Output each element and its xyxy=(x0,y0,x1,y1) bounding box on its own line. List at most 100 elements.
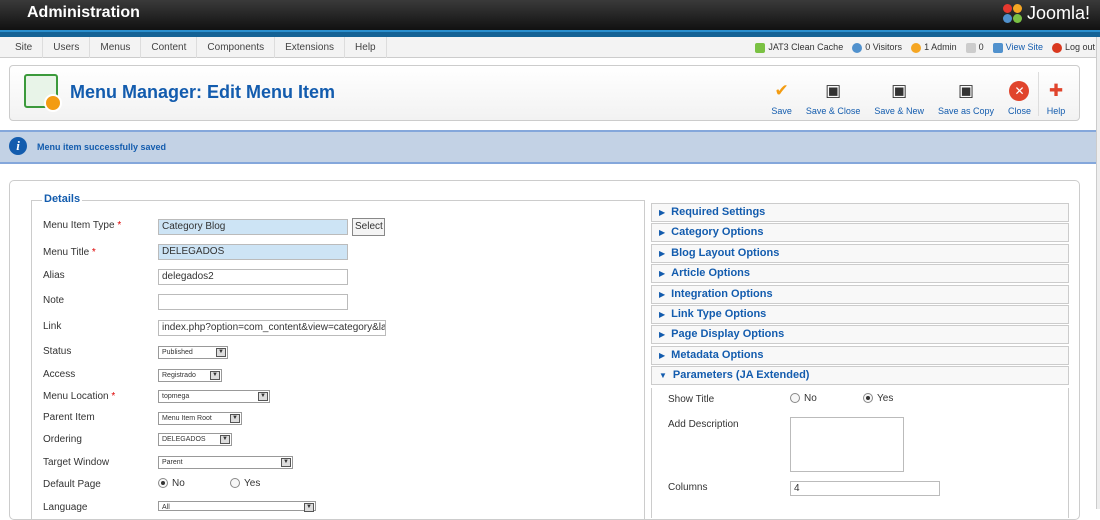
clean-cache-link[interactable]: JAT3 Clean Cache xyxy=(755,42,843,53)
menu-title-label: Menu Title * xyxy=(43,247,96,258)
triangle-right-icon: ▶ xyxy=(659,248,666,258)
chevron-down-icon: ▼ xyxy=(304,503,314,512)
chevron-down-icon: ▼ xyxy=(220,435,230,444)
panel-parameters-ja-extended[interactable]: ▼ Parameters (JA Extended) xyxy=(651,366,1069,386)
triangle-down-icon: ▼ xyxy=(659,371,667,381)
nav-item-users[interactable]: Users xyxy=(43,37,91,58)
joomla-logo-text: Joomla! xyxy=(1026,3,1090,23)
close-icon: ✕ xyxy=(1009,81,1030,101)
chevron-down-icon: ▼ xyxy=(258,392,268,401)
alias-label: Alias xyxy=(43,270,65,281)
page-scrollbar[interactable] xyxy=(1096,37,1100,509)
joomla-logo[interactable]: Joomla! xyxy=(1002,3,1090,24)
nav-item-help[interactable]: Help xyxy=(345,37,387,58)
triangle-right-icon: ▶ xyxy=(659,350,666,360)
toolbar: Menu Manager: Edit Menu Item ✔ Save ▣ Save… xyxy=(9,65,1080,121)
chevron-down-icon: ▼ xyxy=(230,414,240,423)
admins-count: 1 Admin xyxy=(911,42,957,53)
columns-label: Columns xyxy=(668,482,708,493)
triangle-right-icon: ▶ xyxy=(659,309,666,319)
nav-item-site[interactable]: Site xyxy=(5,37,44,58)
menu-location-label: Menu Location * xyxy=(43,391,116,402)
radio-yes[interactable] xyxy=(863,393,873,404)
note-field[interactable] xyxy=(158,294,348,310)
close-button[interactable]: ✕ Close xyxy=(1001,72,1038,116)
parent-item-label: Parent Item xyxy=(43,412,95,423)
menu-manager-icon xyxy=(24,74,62,112)
add-description-textarea[interactable] xyxy=(790,417,904,472)
default-page-label: Default Page xyxy=(43,479,101,490)
link-field[interactable]: index.php?option=com_content&view=catego… xyxy=(158,320,386,336)
save-copy-button[interactable]: ▣ Save as Copy xyxy=(931,72,1001,116)
panel-category-options[interactable]: ▶ Category Options xyxy=(651,223,1069,243)
users-icon xyxy=(852,42,863,53)
parameters-panel-body: Show Title No Yes Add Description Column… xyxy=(651,388,1069,518)
save-button[interactable]: ✔ Save xyxy=(764,72,799,116)
menu-item-type-field[interactable]: Category Blog xyxy=(158,219,348,235)
menu-title-field[interactable]: DELEGADOS xyxy=(158,244,348,260)
messages-link[interactable]: 0 xyxy=(965,42,984,53)
panel-metadata-options[interactable]: ▶ Metadata Options xyxy=(651,345,1069,365)
panel-integration-options[interactable]: ▶ Integration Options xyxy=(651,284,1069,304)
default-page-no-option[interactable]: No xyxy=(158,478,185,489)
show-title-yes-option[interactable]: Yes xyxy=(863,393,893,404)
chevron-down-icon: ▼ xyxy=(281,458,291,467)
triangle-right-icon: ▶ xyxy=(659,330,666,340)
panel-page-display-options[interactable]: ▶ Page Display Options xyxy=(651,325,1069,345)
save-close-button[interactable]: ▣ Save & Close xyxy=(799,72,868,116)
target-window-select[interactable]: Parent ▼ xyxy=(158,456,293,469)
status-bar: JAT3 Clean Cache 0 Visitors 1 Admin 0 Vi… xyxy=(755,37,1095,58)
view-site-link[interactable]: View Site xyxy=(992,42,1043,53)
show-title-label: Show Title xyxy=(668,394,715,405)
nav-item-content[interactable]: Content xyxy=(141,37,198,58)
alias-field[interactable]: delegados2 xyxy=(158,269,348,285)
nav-item-extensions[interactable]: Extensions xyxy=(275,37,346,58)
panel-link-type-options[interactable]: ▶ Link Type Options xyxy=(651,304,1069,324)
panel-article-options[interactable]: ▶ Article Options xyxy=(651,264,1069,284)
monitor-icon xyxy=(992,42,1003,53)
link-label: Link xyxy=(43,321,62,332)
help-button[interactable]: ✚ Help xyxy=(1038,72,1073,116)
triangle-right-icon: ▶ xyxy=(659,289,666,299)
show-title-no-option[interactable]: No xyxy=(790,393,817,404)
ordering-select[interactable]: DELEGADOS ▼ xyxy=(158,433,232,446)
panel-required-settings[interactable]: ▶ Required Settings xyxy=(651,203,1069,222)
access-select[interactable]: Registrado ▼ xyxy=(158,369,222,382)
ordering-label: Ordering xyxy=(43,434,82,445)
joomla-logo-icon xyxy=(1002,3,1023,24)
chevron-down-icon: ▼ xyxy=(210,371,220,380)
add-description-label: Add Description xyxy=(668,419,739,430)
info-icon: i xyxy=(9,137,27,155)
target-window-label: Target Window xyxy=(43,457,110,468)
parent-item-select[interactable]: Menu Item Root ▼ xyxy=(158,412,242,425)
radio-no[interactable] xyxy=(790,393,800,404)
columns-input[interactable]: 4 xyxy=(790,481,940,496)
lifebuoy-icon: ✚ xyxy=(1048,81,1064,100)
main-nav: Site Users Menus Content Components Exte… xyxy=(5,37,387,58)
checkmark-icon: ✔ xyxy=(774,81,789,100)
logout-link[interactable]: Log out xyxy=(1051,42,1095,53)
chevron-down-icon: ▼ xyxy=(216,348,226,357)
triangle-right-icon: ▶ xyxy=(659,208,666,217)
system-message: i Menu item successfully saved xyxy=(0,130,1100,164)
default-page-yes-option[interactable]: Yes xyxy=(230,478,260,489)
logout-icon xyxy=(1051,42,1062,53)
triangle-right-icon: ▶ xyxy=(659,228,666,238)
radio-no[interactable] xyxy=(158,478,168,489)
main-menu-bar: Site Users Menus Content Components Exte… xyxy=(0,37,1100,58)
language-select[interactable]: All ▼ xyxy=(158,501,316,512)
menu-location-select[interactable]: topmega ▼ xyxy=(158,390,270,403)
floppy-plus-icon: ▣ xyxy=(891,81,908,100)
admin-header: Administration Joomla! xyxy=(0,0,1100,30)
nav-item-menus[interactable]: Menus xyxy=(90,37,142,58)
nav-item-components[interactable]: Components xyxy=(197,37,276,58)
save-new-button[interactable]: ▣ Save & New xyxy=(867,72,931,116)
menu-item-type-label: Menu Item Type * xyxy=(43,220,122,231)
status-label: Status xyxy=(43,346,72,357)
select-type-button[interactable]: Select xyxy=(352,218,385,236)
toolbar-buttons: ✔ Save ▣ Save & Close ▣ Save & New ▣ Save as… xyxy=(764,72,1073,116)
radio-yes[interactable] xyxy=(230,478,240,489)
panel-blog-layout-options[interactable]: ▶ Blog Layout Options xyxy=(651,243,1069,263)
admin-title: Administration xyxy=(27,4,140,21)
status-select[interactable]: Published ▼ xyxy=(158,346,228,359)
